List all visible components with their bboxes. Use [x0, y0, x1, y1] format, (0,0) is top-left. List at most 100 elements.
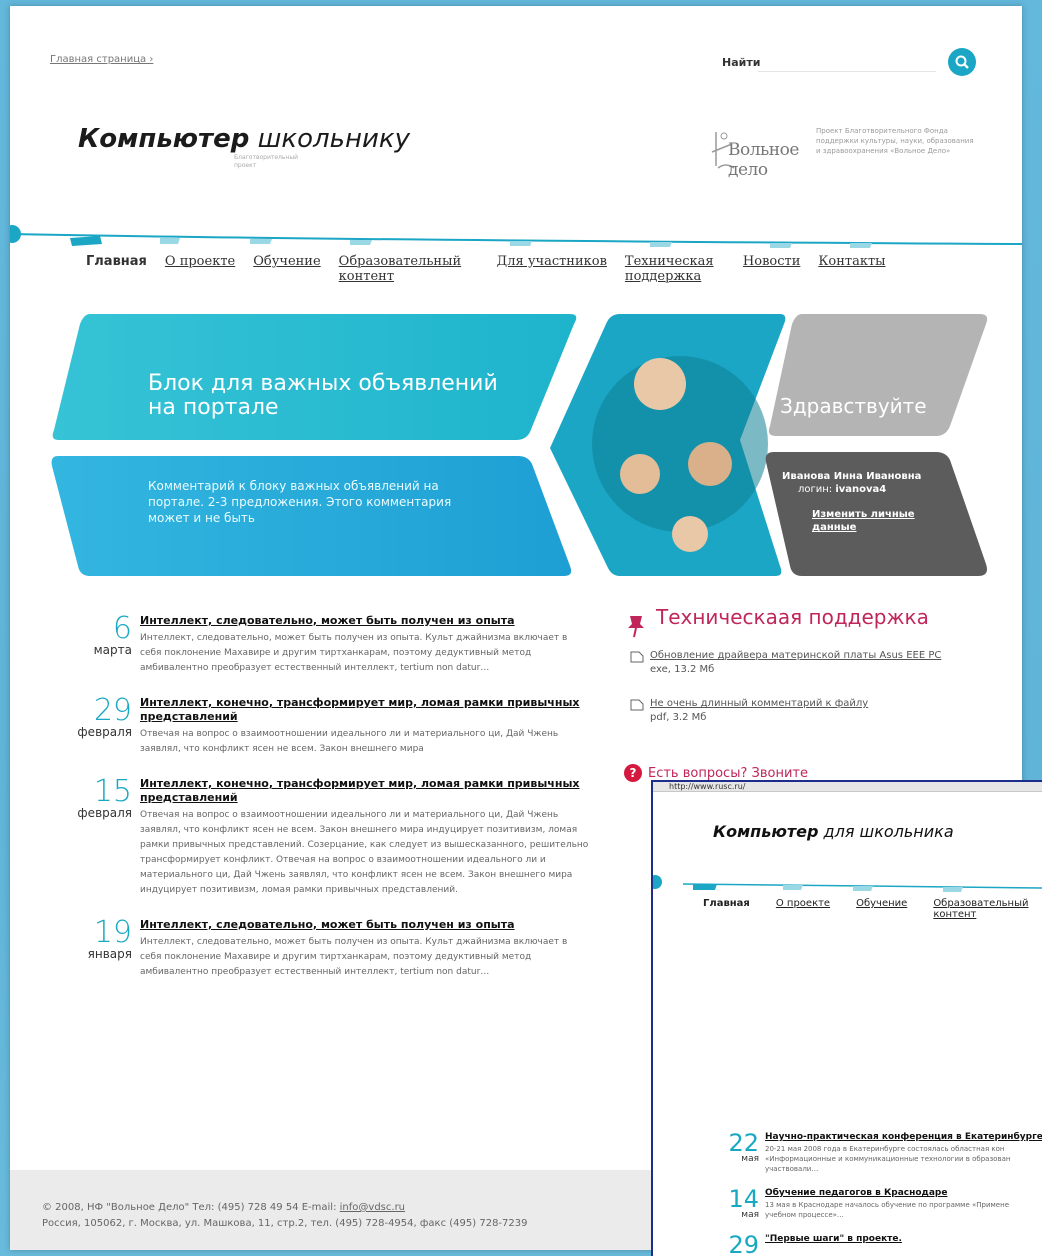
news-date: 6 марта	[70, 611, 132, 657]
partner-description: Проект Благотворительного Фонда поддержк…	[816, 127, 974, 155]
help-text: Есть вопросы? Звоните	[648, 766, 808, 781]
overlay-nav-content[interactable]: Образовательный контент	[933, 898, 1033, 920]
overlay-logo-bold: Компьютер	[713, 822, 819, 841]
overlay-news-text: 20-21 мая 2008 года в Екатеринбурге сост…	[765, 1145, 1005, 1153]
overlay-nav-home[interactable]: Главная	[703, 898, 750, 920]
overlay-news-item: 14 мая Обучение педагогов в Краснодаре 1…	[713, 1185, 1042, 1220]
nav-item-home[interactable]: Главная	[86, 254, 147, 284]
search-input[interactable]	[758, 48, 936, 72]
overlay-news-day: 22	[728, 1129, 759, 1157]
nav-item-support[interactable]: Техническая поддержка	[625, 254, 725, 284]
greeting: Здравствуйте	[780, 394, 927, 418]
overlay-news-item: 22 мая Научно-практическая конференция в…	[713, 1129, 1042, 1174]
overlay-news-item: 29 "Первые шаги" в проекте.	[713, 1233, 1042, 1256]
file-meta: pdf, 3.2 Мб	[650, 712, 707, 723]
footer-address: Россия, 105062, г. Москва, ул. Машкова, …	[42, 1218, 528, 1229]
overlay-news-list: 22 мая Научно-практическая конференция в…	[713, 1129, 1042, 1256]
news-month: января	[87, 947, 132, 961]
hero-title: Блок для важных объявлений на портале	[148, 371, 498, 420]
overlay-news-date: 29	[713, 1231, 759, 1256]
nav-item-content[interactable]: Образовательный контент	[339, 254, 479, 284]
partner-name: Вольное дело	[728, 140, 799, 180]
nav-item-about[interactable]: О проекте	[165, 254, 235, 284]
overlay-news-text: учебном процессе»…	[765, 1211, 844, 1219]
overlay-screenshot: http://www.rusc.ru/ Компьютер для школьн…	[651, 780, 1042, 1256]
tech-title-text: Техническаая поддержка	[656, 605, 929, 629]
overlay-news-day: 29	[728, 1231, 759, 1256]
news-month: февраля	[77, 806, 132, 820]
news-title-link[interactable]: Интеллект, следовательно, может быть пол…	[140, 918, 590, 932]
news-list: 6 марта Интеллект, следовательно, может …	[70, 614, 590, 1000]
news-day: 29	[93, 693, 132, 728]
footer-text: © 2008, НФ "Вольное Дело" Тел: (495) 728…	[42, 1200, 528, 1232]
news-text: Интеллект, следовательно, может быть пол…	[140, 937, 568, 977]
file-icon	[630, 699, 644, 711]
login-value: ivanova4	[835, 484, 887, 495]
logo-rest: школьнику	[257, 124, 410, 154]
overlay-logo-rest: для школьника	[823, 822, 954, 841]
overlay-news-date: 22 мая	[713, 1129, 759, 1164]
news-day: 19	[93, 915, 132, 950]
overlay-news-title[interactable]: Научно-практическая конференция в Екатер…	[765, 1132, 1042, 1142]
overlay-nav-learning[interactable]: Обучение	[856, 898, 907, 920]
breadcrumb[interactable]: Главная страница ›	[50, 54, 153, 65]
nav-item-learning[interactable]: Обучение	[253, 254, 320, 284]
news-item: 19 января Интеллект, следовательно, може…	[70, 918, 590, 980]
file-meta: exe, 13.2 Мб	[650, 664, 715, 675]
file-item: Не очень длинный комментарий к файлу pdf…	[622, 697, 1002, 725]
overlay-news-day: 14	[728, 1185, 759, 1213]
news-item: 29 февраля Интеллект, конечно, трансформ…	[70, 696, 590, 757]
question-icon: ?	[624, 764, 642, 782]
hero-banner	[51, 314, 988, 576]
file-icon	[630, 651, 644, 663]
footer-copyright: © 2008, НФ "Вольное Дело" Тел: (495) 728…	[42, 1202, 337, 1213]
user-panel: Иванова Инна Ивановна логин: ivanova4 Из…	[782, 470, 942, 534]
overlay-logo[interactable]: Компьютер для школьника	[713, 822, 954, 841]
overlay-nav: Главная О проекте Обучение Образовательн…	[703, 898, 1033, 920]
address-text: http://www.rusc.ru/	[669, 782, 746, 791]
news-text: Интеллект, следовательно, может быть пол…	[140, 633, 568, 673]
news-text: Отвечая на вопрос о взаимоотношении идеа…	[140, 810, 589, 895]
search-button[interactable]	[948, 48, 976, 76]
overlay-news-text: 13 мая в Краснодаре началось обучение по…	[765, 1201, 1009, 1209]
edit-profile-link[interactable]: Изменить личные данные	[812, 508, 922, 534]
site-logo[interactable]: Компьютер школьнику	[78, 124, 410, 154]
overlay-news-title[interactable]: "Первые шаги" в проекте.	[765, 1234, 1042, 1244]
news-month: марта	[93, 643, 132, 657]
news-day: 15	[93, 774, 132, 809]
user-name: Иванова Инна Ивановна	[782, 471, 922, 482]
news-item: 15 февраля Интеллект, конечно, трансформ…	[70, 777, 590, 898]
overlay-nav-about[interactable]: О проекте	[776, 898, 830, 920]
decorative-wave	[10, 225, 1022, 248]
partner-logo[interactable]: Вольное дело	[708, 122, 812, 182]
logo-subtitle: Благотворительный проект	[234, 154, 298, 169]
overlay-news-date: 14 мая	[713, 1185, 759, 1220]
nav-item-participants[interactable]: Для участников	[497, 254, 607, 284]
footer-email-link[interactable]: info@vdsc.ru	[340, 1202, 405, 1213]
login-label: логин:	[798, 484, 833, 495]
news-title-link[interactable]: Интеллект, конечно, трансформирует мир, …	[140, 696, 590, 724]
hero-comment: Комментарий к блоку важных объявлений на…	[148, 479, 452, 525]
main-nav: Главная О проекте Обучение Образовательн…	[86, 254, 886, 284]
nav-item-contacts[interactable]: Контакты	[818, 254, 885, 284]
news-month: февраля	[77, 725, 132, 739]
user-login: логин: ivanova4	[798, 483, 942, 496]
nav-item-news[interactable]: Новости	[743, 254, 800, 284]
search-label: Найти	[722, 56, 761, 69]
news-date: 15 февраля	[70, 774, 132, 820]
news-date: 19 января	[70, 915, 132, 961]
overlay-news-title[interactable]: Обучение педагогов в Краснодаре	[765, 1188, 1042, 1198]
news-title-link[interactable]: Интеллект, конечно, трансформирует мир, …	[140, 777, 590, 805]
file-item: Обновление драйвера материнской платы As…	[622, 649, 1002, 677]
overlay-news-text: участвовали…	[765, 1165, 819, 1173]
address-bar[interactable]: http://www.rusc.ru/	[653, 782, 1042, 792]
news-item: 6 марта Интеллект, следовательно, может …	[70, 614, 590, 676]
news-day: 6	[112, 611, 132, 646]
logo-bold: Компьютер	[78, 124, 250, 154]
file-link[interactable]: Обновление драйвера материнской платы As…	[650, 649, 1002, 663]
news-title-link[interactable]: Интеллект, следовательно, может быть пол…	[140, 614, 590, 628]
news-text: Отвечая на вопрос о взаимоотношении идеа…	[140, 729, 559, 754]
news-date: 29 февраля	[70, 693, 132, 739]
file-link[interactable]: Не очень длинный комментарий к файлу	[650, 697, 1002, 711]
search-icon	[955, 55, 969, 69]
